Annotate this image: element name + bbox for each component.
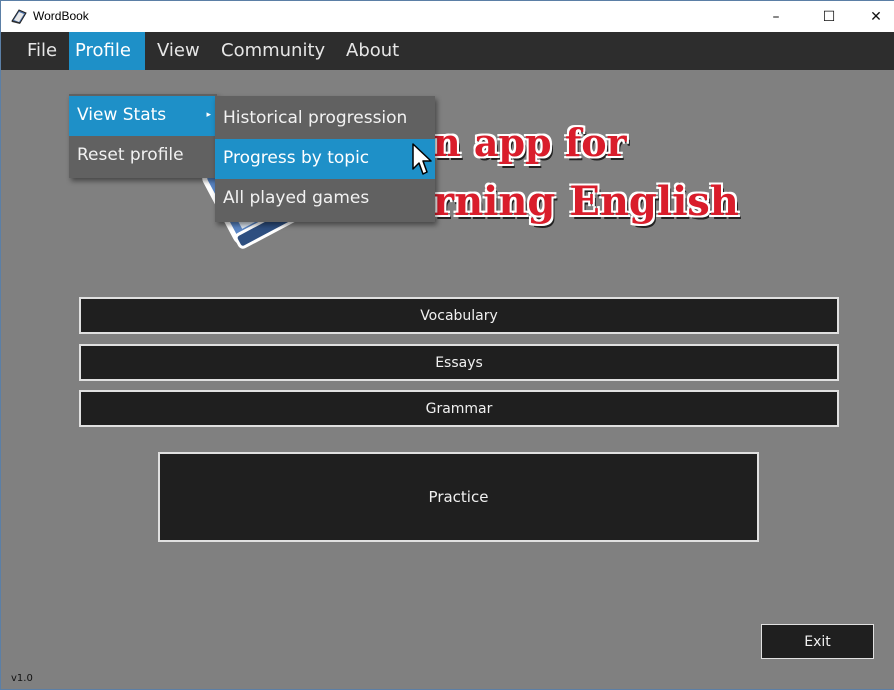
window-title: WordBook [33,9,89,23]
menu-item-view-stats[interactable]: View Stats ▸ [69,96,217,136]
book-icon [11,9,27,24]
version-label: v1.0 [11,673,33,684]
minimize-button[interactable]: – [753,1,799,32]
menu-item-progress-by-topic[interactable]: Progress by topic [215,139,435,179]
close-button[interactable]: ✕ [853,1,894,32]
profile-dropdown: View Stats ▸ Reset profile [69,94,217,178]
menu-item-historical-progression[interactable]: Historical progression [215,99,435,139]
essays-button[interactable]: Essays [79,344,839,381]
menu-community[interactable]: Community [215,32,331,70]
menu-view[interactable]: View [151,32,206,70]
vocabulary-button[interactable]: Vocabulary [79,297,839,334]
mouse-cursor-icon [412,143,432,175]
view-stats-submenu: Historical progression Progress by topic… [215,96,435,222]
app-window: WordBook – ☐ ✕ File Profile View Communi… [0,0,894,690]
menu-file[interactable]: File [21,32,63,70]
menu-profile[interactable]: Profile [69,32,145,70]
banner-line-2: rning English [433,178,739,225]
menu-item-label: View Stats [77,105,167,125]
exit-button[interactable]: Exit [761,624,874,659]
practice-button[interactable]: Practice [158,452,759,542]
maximize-button[interactable]: ☐ [806,1,852,32]
banner-line-1: n app for [433,120,627,165]
menu-bar: File Profile View Community About [1,32,894,70]
submenu-arrow-icon: ▸ [206,110,211,120]
menu-item-reset-profile[interactable]: Reset profile [69,136,217,176]
grammar-button[interactable]: Grammar [79,390,839,427]
title-bar: WordBook – ☐ ✕ [1,1,894,32]
menu-about[interactable]: About [340,32,405,70]
menu-item-all-played-games[interactable]: All played games [215,179,435,219]
